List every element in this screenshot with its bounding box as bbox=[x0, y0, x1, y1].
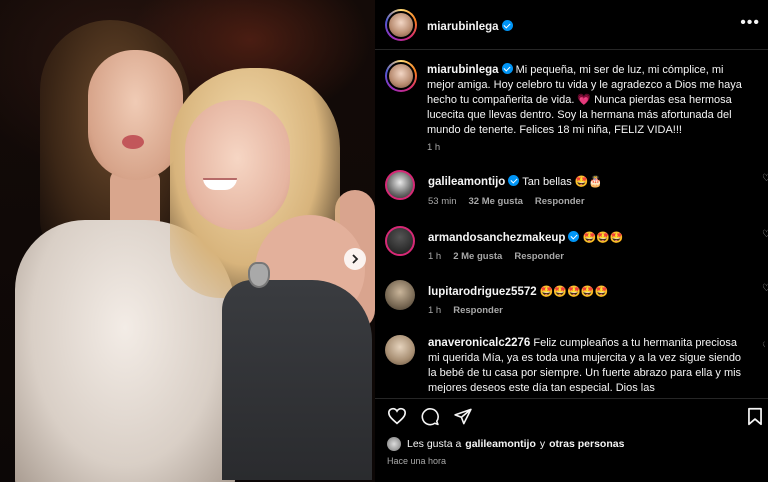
reply-button[interactable]: Responder bbox=[535, 196, 585, 207]
caption-time: 1 h bbox=[427, 142, 441, 153]
comment-item: anaveronicalc2276 Feliz cumpleaños a tu … bbox=[385, 335, 765, 393]
likes-connector: y bbox=[539, 438, 546, 450]
comment-body: galileamontijo Tan bellas 🤩🎂 bbox=[428, 175, 748, 190]
caption-username[interactable]: miarubinlega bbox=[427, 64, 499, 76]
comment-time: 53 min bbox=[428, 196, 457, 207]
comment-meta: 1 h Responder bbox=[428, 305, 503, 316]
verified-badge-icon bbox=[568, 231, 580, 242]
likes-prefix: Les gusta a bbox=[407, 438, 462, 450]
verified-badge-icon bbox=[508, 175, 520, 186]
commenter-avatar[interactable] bbox=[385, 170, 415, 200]
comment-text: 🤩🤩🤩🤩🤩 bbox=[539, 286, 609, 298]
comment-body: anaveronicalc2276 Feliz cumpleaños a tu … bbox=[428, 336, 748, 393]
commenter-username[interactable]: galileamontijo bbox=[428, 176, 505, 188]
likes-summary: Les gusta a galileamontijo y otras perso… bbox=[387, 437, 624, 451]
verified-badge-icon bbox=[501, 63, 513, 74]
photo-decoration bbox=[88, 50, 183, 180]
photo-decoration bbox=[122, 135, 144, 149]
photo-decoration bbox=[222, 280, 372, 480]
heart-icon[interactable]: ♡ bbox=[762, 283, 768, 294]
bookmark-icon[interactable] bbox=[747, 407, 763, 426]
post-actions bbox=[375, 398, 768, 436]
post-timestamp: Hace una hora bbox=[387, 456, 447, 466]
liker-avatar[interactable] bbox=[387, 437, 401, 451]
comment-meta: 1 h 2 Me gusta Responder bbox=[428, 251, 564, 262]
photo-decoration bbox=[248, 262, 270, 288]
heart-icon[interactable]: ♡ bbox=[762, 341, 765, 352]
post-header: miarubinlega ••• bbox=[375, 0, 768, 50]
verified-badge-icon bbox=[501, 20, 513, 31]
commenter-avatar[interactable] bbox=[385, 226, 415, 256]
reply-button[interactable]: Responder bbox=[453, 305, 503, 316]
post-photo[interactable] bbox=[0, 0, 375, 482]
comment-time: 1 h bbox=[428, 305, 442, 316]
comment-time: 1 h bbox=[428, 251, 442, 262]
author-name-row: miarubinlega bbox=[427, 17, 513, 35]
reply-button[interactable]: Responder bbox=[514, 251, 564, 262]
commenter-avatar[interactable] bbox=[385, 280, 415, 310]
comment-text: 🤩🤩🤩 bbox=[582, 232, 624, 244]
comment-likes[interactable]: 32 Me gusta bbox=[469, 196, 523, 207]
comment-body: lupitarodriguez5572 🤩🤩🤩🤩🤩 bbox=[428, 285, 748, 300]
comment-meta: 53 min 32 Me gusta Responder bbox=[428, 196, 585, 207]
heart-icon[interactable] bbox=[387, 407, 407, 425]
comment-item: armandosanchezmakeup 🤩🤩🤩 1 h 2 Me gusta … bbox=[385, 226, 768, 266]
liker-username[interactable]: galileamontijo bbox=[465, 438, 536, 450]
caption-text-block: miarubinlega Mi pequeña, mi ser de luz, … bbox=[427, 63, 747, 138]
author-username[interactable]: miarubinlega bbox=[427, 21, 499, 33]
comment-likes[interactable]: 2 Me gusta bbox=[453, 251, 502, 262]
caption-avatar[interactable] bbox=[385, 60, 417, 92]
comment-item: lupitarodriguez5572 🤩🤩🤩🤩🤩 1 h Responder … bbox=[385, 280, 768, 320]
comment-text: Tan bellas 🤩🎂 bbox=[522, 176, 603, 188]
heart-icon[interactable]: ♡ bbox=[762, 229, 768, 240]
likes-others-link[interactable]: otras personas bbox=[549, 438, 624, 450]
commenter-username[interactable]: lupitarodriguez5572 bbox=[428, 286, 537, 298]
commenter-username[interactable]: anaveronicalc2276 bbox=[428, 337, 530, 349]
more-horizontal-icon[interactable]: ••• bbox=[740, 14, 760, 32]
comment-body: armandosanchezmakeup 🤩🤩🤩 bbox=[428, 231, 748, 246]
chevron-right-icon bbox=[352, 254, 359, 264]
send-icon[interactable] bbox=[453, 407, 473, 426]
author-avatar[interactable] bbox=[385, 9, 417, 41]
next-photo-button[interactable] bbox=[344, 248, 366, 270]
comment-item: galileamontijo Tan bellas 🤩🎂 53 min 32 M… bbox=[385, 170, 768, 210]
photo-decoration bbox=[185, 100, 290, 230]
post-sidebar: miarubinlega ••• miarubinlega Mi pequeña… bbox=[375, 0, 768, 482]
commenter-avatar[interactable] bbox=[385, 335, 415, 365]
comment-icon[interactable] bbox=[420, 407, 440, 426]
heart-icon[interactable]: ♡ bbox=[762, 173, 768, 184]
commenter-username[interactable]: armandosanchezmakeup bbox=[428, 232, 565, 244]
